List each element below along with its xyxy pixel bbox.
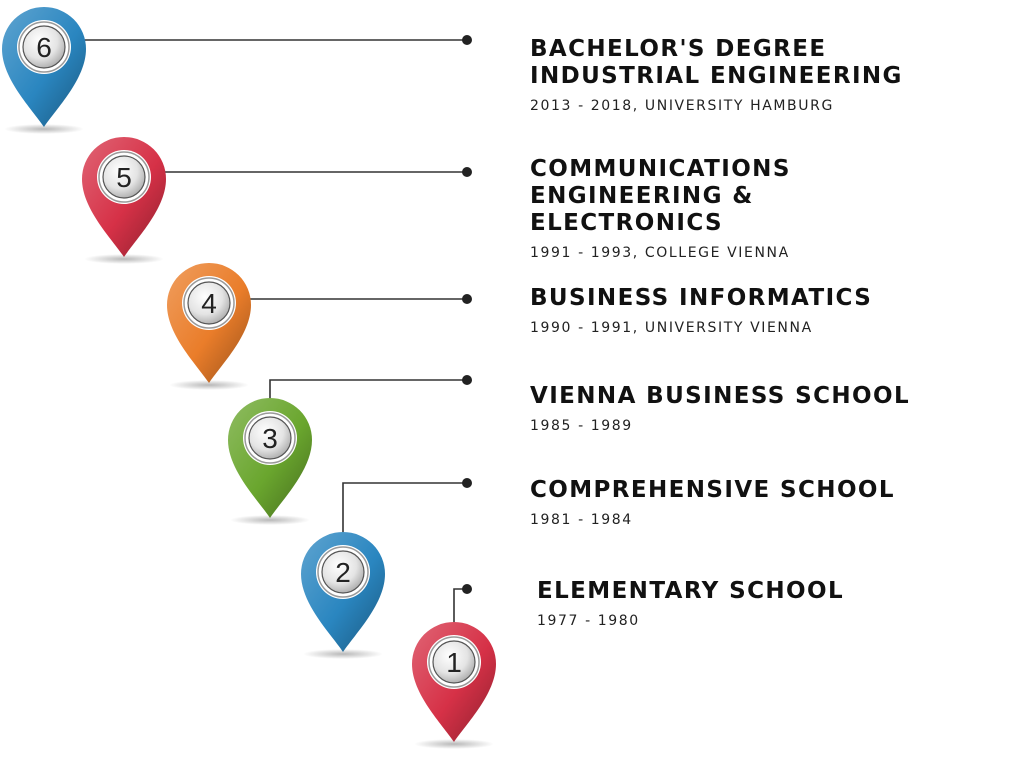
entry-1: ELEMENTARY SCHOOL 1977 - 1980 (537, 578, 844, 629)
entry-3: VIENNA BUSINESS SCHOOL 1985 - 1989 (530, 383, 910, 434)
pin-number: 4 (201, 288, 217, 319)
map-pin-icon: 3 (228, 398, 312, 525)
pin-number: 2 (335, 557, 351, 588)
timeline: 6 5 4 3 2 1 BACHELOR'S DEGREE INDUSTRIAL ENGI… (0, 0, 1024, 760)
connector-dot (462, 167, 472, 177)
pin-number: 3 (262, 423, 278, 454)
map-pin-icon: 2 (301, 532, 385, 659)
entry-detail: 2013 - 2018, UNIVERSITY HAMBURG (530, 98, 834, 114)
entry-title: BUSINESS INFORMATICS (530, 285, 873, 311)
map-pin-icon: 1 (412, 622, 496, 749)
entry-detail: 1991 - 1993, COLLEGE VIENNA (530, 245, 790, 261)
entry-5: COMMUNICATIONS ENGINEERING & ELECTRONICS… (530, 156, 791, 261)
map-pin-icon: 5 (82, 137, 166, 264)
connector-dot (462, 294, 472, 304)
pin-number: 6 (36, 32, 52, 63)
map-pin-icon: 6 (2, 7, 86, 134)
entry-2: COMPREHENSIVE SCHOOL 1981 - 1984 (530, 477, 895, 528)
connector-dot (462, 35, 472, 45)
timeline-graphic: 6 5 4 3 2 1 (2, 7, 496, 749)
entry-detail: 1981 - 1984 (530, 512, 633, 528)
entry-6: BACHELOR'S DEGREE INDUSTRIAL ENGINEERING… (530, 36, 903, 114)
entry-title: COMMUNICATIONS ENGINEERING & ELECTRONICS (530, 156, 791, 236)
entry-title: BACHELOR'S DEGREE INDUSTRIAL ENGINEERING (530, 36, 903, 89)
entry-detail: 1990 - 1991, UNIVERSITY VIENNA (530, 320, 813, 336)
entry-detail: 1985 - 1989 (530, 418, 633, 434)
connector-dot (462, 584, 472, 594)
connector-dot (462, 478, 472, 488)
connector-dot (462, 375, 472, 385)
pin-number: 1 (446, 647, 462, 678)
entry-title: COMPREHENSIVE SCHOOL (530, 477, 895, 503)
entry-detail: 1977 - 1980 (537, 613, 640, 629)
entry-title: VIENNA BUSINESS SCHOOL (530, 383, 911, 409)
pin-number: 5 (116, 162, 132, 193)
entry-4: BUSINESS INFORMATICS 1990 - 1991, UNIVER… (530, 285, 872, 336)
entry-title: ELEMENTARY SCHOOL (537, 578, 844, 604)
map-pin-icon: 4 (167, 263, 251, 390)
